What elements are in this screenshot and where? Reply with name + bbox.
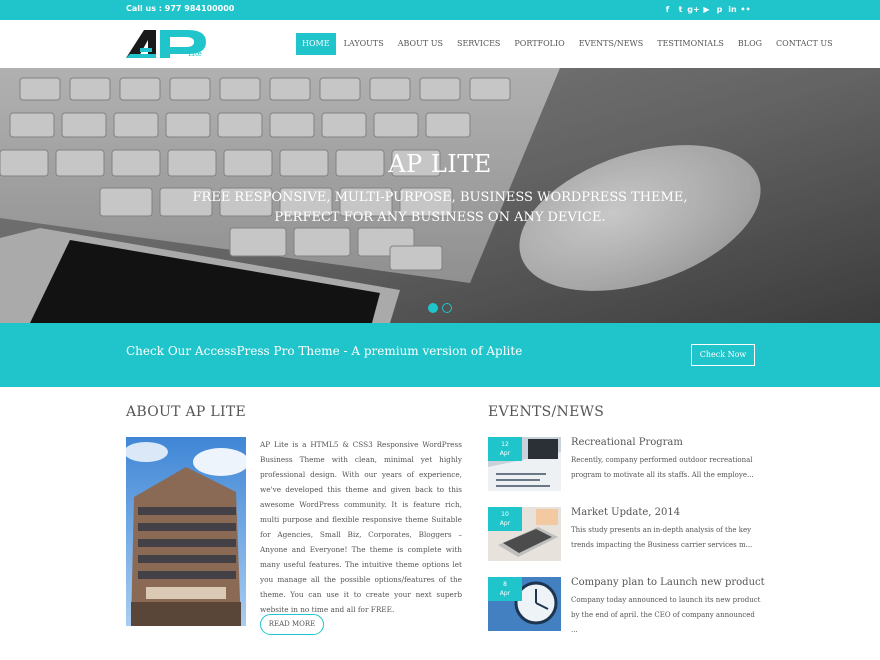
event-item[interactable]: 8 Apr Company plan to Launch new product… [488,577,765,634]
nav-layouts[interactable]: LAYOUTS [338,33,390,55]
hero-subtitle-line-1: FREE RESPONSIVE, MULTI-PURPOSE, BUSINESS… [192,190,688,205]
main-nav: HOME LAYOUTS ABOUT US SERVICES PORTFOLIO… [296,33,841,55]
nav-events-news[interactable]: EVENTS/NEWS [573,33,650,55]
slider-dot-1[interactable] [428,303,438,313]
pinterest-icon[interactable]: p [713,3,726,16]
top-bar: Call us : 977 984100000 f t g+ ▶ p in •• [0,0,880,20]
flickr-icon[interactable]: •• [739,3,752,16]
slider-dot-2[interactable] [442,303,452,313]
hero-subtitle: FREE RESPONSIVE, MULTI-PURPOSE, BUSINESS… [190,188,690,228]
nav-services[interactable]: SERVICES [451,33,506,55]
cta-text: Check Our AccessPress Pro Theme - A prem… [126,344,523,358]
slider-pager [428,303,452,313]
social-links: f t g+ ▶ p in •• [661,3,752,16]
events-title: EVENTS/NEWS [488,404,605,420]
check-now-button[interactable]: Check Now [691,344,755,366]
nav-testimonials[interactable]: TESTIMONIALS [651,33,730,55]
event-description: This study presents an in-depth analysis… [571,526,753,549]
logo-sub-text: Lite [188,50,202,58]
site-logo[interactable]: Lite [126,28,208,60]
call-us-text: Call us : 977 984100000 [126,4,235,13]
event-date-day: 12 [501,441,509,448]
facebook-icon[interactable]: f [661,3,674,16]
about-building-image [126,437,246,626]
linkedin-icon[interactable]: in [726,3,739,16]
event-item[interactable]: 10 Apr Market Update, 2014 This study pr… [488,507,763,563]
nav-portfolio[interactable]: PORTFOLIO [508,33,570,55]
event-date-day: 8 [503,581,507,588]
event-date-month: Apr [499,520,511,527]
event-title[interactable]: Company plan to Launch new product [571,577,765,588]
about-title: ABOUT AP LITE [126,404,246,420]
nav-home[interactable]: HOME [296,33,336,55]
about-description: AP Lite is a HTML5 & CSS3 Responsive Wor… [260,440,462,614]
hero-subtitle-line-2: PERFECT FOR ANY BUSINESS ON ANY DEVICE. [274,210,606,225]
google-plus-icon[interactable]: g+ [687,3,700,16]
youtube-icon[interactable]: ▶ [700,3,713,16]
twitter-icon[interactable]: t [674,3,687,16]
event-description: Company today announced to launch its ne… [571,596,761,634]
event-description: Recently, company performed outdoor recr… [571,456,754,479]
event-title[interactable]: Market Update, 2014 [571,507,680,518]
hero-title: AP LITE [388,150,492,178]
event-date-day: 10 [501,511,509,518]
nav-about-us[interactable]: ABOUT US [392,33,449,55]
event-title[interactable]: Recreational Program [571,437,683,448]
cta-band: Check Our AccessPress Pro Theme - A prem… [0,323,880,387]
hero-slider: AP LITE FREE RESPONSIVE, MULTI-PURPOSE, … [0,68,880,323]
building-photo [126,437,246,626]
site-header: Lite HOME LAYOUTS ABOUT US SERVICES PORT… [0,20,880,68]
nav-blog[interactable]: BLOG [732,33,768,55]
event-date-month: Apr [499,450,511,457]
event-date-badge: 12 Apr [488,437,522,461]
event-date-badge: 10 Apr [488,507,522,531]
event-item[interactable]: 12 Apr Recreational Program Recently, co… [488,437,763,493]
event-date-badge: 8 Apr [488,577,522,601]
read-more-button[interactable]: READ MORE [260,614,324,635]
event-date-month: Apr [499,590,511,597]
nav-contact-us[interactable]: CONTACT US [770,33,839,55]
